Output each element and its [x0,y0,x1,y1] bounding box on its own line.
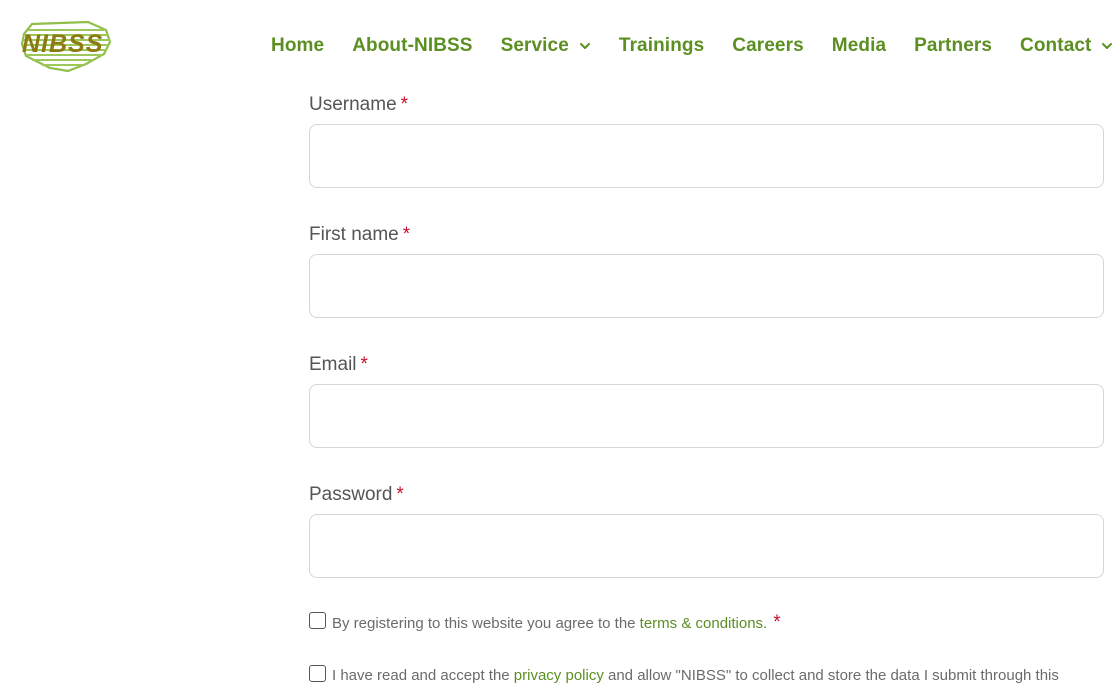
page: NIBSS Home About-NIBSS Service Trainings… [0,0,1120,693]
chevron-down-icon [579,40,591,52]
required-marker: * [402,224,411,245]
privacy-checkbox[interactable] [309,665,326,682]
nav-careers[interactable]: Careers [732,35,803,57]
nav-service[interactable]: Service [501,35,591,57]
chevron-down-icon [1101,40,1113,52]
nav-service-label: Service [500,35,569,56]
nav-media[interactable]: Media [832,35,886,57]
email-label-text: Email [309,354,357,375]
nav-about[interactable]: About-NIBSS [352,35,472,57]
email-input[interactable] [309,384,1104,448]
username-label: Username * [309,94,1104,120]
first-name-input[interactable] [309,254,1104,318]
privacy-text-before: I have read and accept the [332,667,514,684]
password-input[interactable] [309,514,1104,578]
username-input[interactable] [309,124,1104,188]
main-nav: Home About-NIBSS Service Trainings Caree… [271,30,1113,62]
nav-media-label: Media [831,35,887,56]
password-field-group: Password * [309,484,1104,613]
nibss-logo[interactable]: NIBSS [18,18,124,74]
required-marker: * [360,354,368,375]
nav-home[interactable]: Home [271,35,324,57]
required-marker: * [773,612,781,633]
first-name-label: First name * [309,224,1104,250]
first-name-label-text: First name [309,224,399,245]
email-field-group: Email * [309,354,1104,483]
nav-contact[interactable]: Contact [1020,35,1113,57]
privacy-consent-row: I have read and accept the privacy polic… [309,664,1059,687]
logo-text: NIBSS [22,30,103,58]
registration-form: Username * First name * Email * Password * [309,93,1104,613]
first-name-field-group: First name * [309,224,1104,353]
required-marker: * [396,484,404,505]
nav-partners-label: Partners [914,35,993,56]
privacy-text: I have read and accept the privacy polic… [332,665,1059,687]
terms-text-before: By registering to this website you agree… [332,615,640,632]
nav-home-label: Home [271,35,325,56]
terms-consent-row: By registering to this website you agree… [309,611,781,635]
nav-trainings-label: Trainings [618,35,705,56]
nav-partners[interactable]: Partners [914,35,992,57]
nav-about-label: About-NIBSS [352,35,473,56]
nav-careers-label: Careers [732,35,804,56]
nibss-logo-icon: NIBSS [20,20,112,73]
privacy-text-after: and allow "NIBSS" to collect and store t… [603,667,1059,684]
username-field-group: Username * [309,94,1104,223]
password-label-text: Password [309,484,393,505]
privacy-policy-link[interactable]: privacy policy [514,667,604,684]
terms-link[interactable]: terms & conditions. [640,615,768,632]
terms-text: By registering to this website you agree… [332,612,781,635]
nav-contact-label: Contact [1020,35,1092,56]
nav-trainings[interactable]: Trainings [619,35,704,57]
password-label: Password * [309,484,1104,510]
required-marker: * [400,94,409,115]
email-label: Email * [309,354,1104,380]
username-label-text: Username [309,94,397,115]
terms-checkbox[interactable] [309,612,326,629]
